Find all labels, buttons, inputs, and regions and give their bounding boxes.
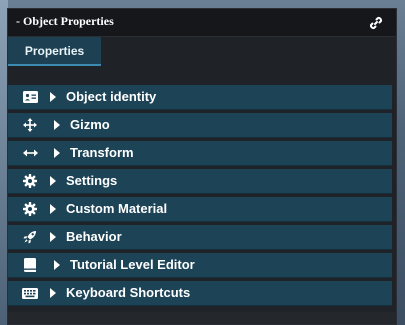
keyboard-icon — [22, 286, 38, 300]
section-list: Object identity Gizmo Transform Settings… — [8, 85, 392, 309]
expand-caret-icon — [50, 92, 56, 102]
section-label: Settings — [66, 173, 118, 188]
rocket-icon — [22, 230, 38, 244]
section-label: Tutorial Level Editor — [70, 257, 195, 272]
panel-title: - Object Properties — [16, 14, 114, 28]
section-keyboard-shortcuts[interactable]: Keyboard Shortcuts — [8, 281, 392, 306]
gear-icon — [22, 174, 38, 188]
expand-caret-icon — [54, 148, 60, 158]
section-tutorial-level-editor[interactable]: Tutorial Level Editor — [8, 253, 392, 278]
section-label: Object identity — [66, 89, 157, 104]
book-icon — [22, 258, 38, 272]
section-object-identity[interactable]: Object identity — [8, 85, 392, 110]
expand-caret-icon — [50, 232, 56, 242]
section-custom-material[interactable]: Custom Material — [8, 197, 392, 222]
expand-caret-icon — [50, 176, 56, 186]
section-label: Transform — [70, 145, 134, 160]
tab-strip: Properties — [8, 37, 396, 66]
panel-footer — [8, 312, 396, 324]
panel-titlebar[interactable]: - Object Properties — [8, 9, 396, 37]
section-label: Keyboard Shortcuts — [66, 285, 191, 300]
section-label: Behavior — [66, 229, 122, 244]
expand-caret-icon — [50, 288, 56, 298]
section-transform[interactable]: Transform — [8, 141, 392, 166]
expand-caret-icon — [54, 120, 60, 130]
expand-caret-icon — [54, 260, 60, 270]
tab-properties-label: Properties — [24, 43, 85, 58]
object-properties-panel: - Object Properties Properties Object id… — [7, 8, 397, 325]
id-card-icon — [22, 90, 38, 104]
tab-properties[interactable]: Properties — [8, 37, 101, 66]
horizontal-arrows-icon — [22, 146, 38, 160]
section-label: Custom Material — [66, 201, 168, 216]
expand-caret-icon — [50, 204, 56, 214]
section-behavior[interactable]: Behavior — [8, 225, 392, 250]
section-gizmo[interactable]: Gizmo — [8, 113, 392, 138]
link-icon[interactable] — [368, 15, 384, 31]
section-settings[interactable]: Settings — [8, 169, 392, 194]
section-label: Gizmo — [70, 117, 110, 132]
gear-icon — [22, 202, 38, 216]
move-arrows-icon — [22, 118, 38, 132]
